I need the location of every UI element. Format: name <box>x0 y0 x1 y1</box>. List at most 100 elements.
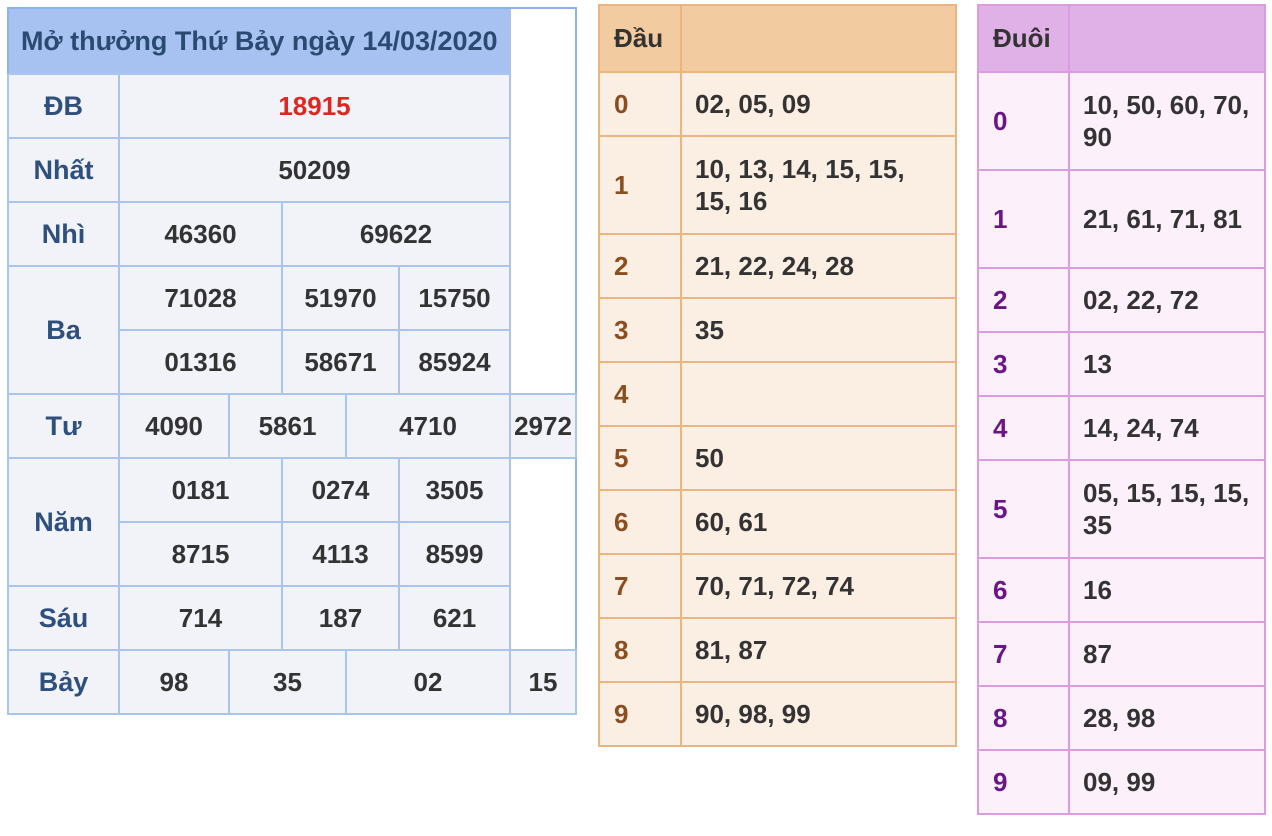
prize-value-nhat: 50209 <box>117 137 512 203</box>
duoi-key: 5 <box>977 459 1070 559</box>
prize-row-nhat: Nhất 50209 <box>7 137 576 203</box>
dau-row: 6 60, 61 <box>598 489 957 555</box>
prize-value-tu: 5861 <box>228 393 347 459</box>
prize-value-nam: 3505 <box>397 457 512 523</box>
prize-value-bay: 98 <box>118 649 230 715</box>
dau-key: 2 <box>598 233 682 299</box>
prize-value-nam: 4113 <box>281 521 400 587</box>
duoi-values: 10, 50, 60, 70, 90 <box>1068 71 1266 171</box>
prize-row-ba: Ba 71028 51970 15750 <box>7 265 576 395</box>
dau-row: 8 81, 87 <box>598 617 957 683</box>
duoi-row: 7 87 <box>977 621 1266 687</box>
duoi-row: 3 13 <box>977 331 1266 397</box>
prize-value-bay: 02 <box>344 649 512 715</box>
duoi-key: 9 <box>977 749 1070 815</box>
prize-value-sau: 187 <box>281 585 400 651</box>
prize-label-ba: Ba <box>7 265 120 395</box>
prize-value-ba: 71028 <box>118 265 283 331</box>
dau-values: 50 <box>680 425 957 491</box>
dau-row: 9 90, 98, 99 <box>598 681 957 747</box>
duoi-key: 3 <box>977 331 1070 397</box>
dau-values: 90, 98, 99 <box>680 681 957 747</box>
duoi-values: 09, 99 <box>1068 749 1266 815</box>
prize-value-nam: 0181 <box>118 457 283 523</box>
dau-key: 6 <box>598 489 682 555</box>
prize-label-bay: Bảy <box>7 649 120 715</box>
duoi-row: 6 16 <box>977 557 1266 623</box>
duoi-key: 6 <box>977 557 1070 623</box>
results-table: Mở thưởng Thứ Bảy ngày 14/03/2020 ĐB 189… <box>7 7 577 715</box>
dau-values: 60, 61 <box>680 489 957 555</box>
dau-row: 4 <box>598 361 957 427</box>
prize-label-nam: Năm <box>7 457 120 587</box>
duoi-row: 2 02, 22, 72 <box>977 267 1266 333</box>
duoi-row: 0 10, 50, 60, 70, 90 <box>977 71 1266 171</box>
dau-values: 21, 22, 24, 28 <box>680 233 957 299</box>
duoi-key: 0 <box>977 71 1070 171</box>
prize-value-nam: 0274 <box>281 457 400 523</box>
duoi-values: 21, 61, 71, 81 <box>1068 169 1266 269</box>
dau-key: 8 <box>598 617 682 683</box>
duoi-key: 1 <box>977 169 1070 269</box>
dau-values: 81, 87 <box>680 617 957 683</box>
prize-value-ba: 01316 <box>118 329 283 395</box>
duoi-key: 7 <box>977 621 1070 687</box>
dau-values: 70, 71, 72, 74 <box>680 553 957 619</box>
dau-values: 10, 13, 14, 15, 15, 15, 16 <box>680 135 957 235</box>
dau-values: 35 <box>680 297 957 363</box>
dau-key: 4 <box>598 361 682 427</box>
duoi-values: 28, 98 <box>1068 685 1266 751</box>
dau-values: 02, 05, 09 <box>680 71 957 137</box>
prize-value-ba: 51970 <box>281 265 400 331</box>
prize-value-bay: 35 <box>228 649 347 715</box>
dau-row: 2 21, 22, 24, 28 <box>598 233 957 299</box>
prize-value-tu: 2972 <box>509 393 577 459</box>
dau-key: 1 <box>598 135 682 235</box>
prize-row-sau: Sáu 714 187 621 <box>7 585 576 651</box>
prize-row-bay: Bảy 98 35 02 15 <box>7 649 577 715</box>
prize-value-bay: 15 <box>509 649 577 715</box>
prize-value-nam: 8599 <box>397 521 512 587</box>
prize-row-db: ĐB 18915 <box>7 73 576 139</box>
prize-value-nam: 8715 <box>118 521 283 587</box>
prize-value-tu: 4710 <box>344 393 512 459</box>
dau-table: Đầu 0 02, 05, 09 1 10, 13, 14, 15, 15, 15,… <box>598 4 957 747</box>
dau-key: 5 <box>598 425 682 491</box>
duoi-header: Đuôi <box>977 4 1070 73</box>
prize-label-sau: Sáu <box>7 585 120 651</box>
duoi-table: Đuôi 0 10, 50, 60, 70, 90 1 21, 61, 71, 81… <box>977 4 1266 815</box>
duoi-row: 1 21, 61, 71, 81 <box>977 169 1266 269</box>
prize-value-tu: 4090 <box>118 393 230 459</box>
duoi-values: 05, 15, 15, 15, 35 <box>1068 459 1266 559</box>
prize-row-tu: Tư 4090 5861 4710 2972 <box>7 393 577 459</box>
dau-row: 7 70, 71, 72, 74 <box>598 553 957 619</box>
dau-row: 1 10, 13, 14, 15, 15, 15, 16 <box>598 135 957 235</box>
duoi-values: 14, 24, 74 <box>1068 395 1266 461</box>
prize-label-tu: Tư <box>7 393 120 459</box>
dau-row: 5 50 <box>598 425 957 491</box>
prize-value-ba: 58671 <box>281 329 400 395</box>
duoi-values: 13 <box>1068 331 1266 397</box>
duoi-row: 8 28, 98 <box>977 685 1266 751</box>
dau-header-empty <box>680 4 957 73</box>
prize-label-nhat: Nhất <box>7 137 120 203</box>
prize-row-nhi: Nhì 46360 69622 <box>7 201 576 267</box>
dau-row: 3 35 <box>598 297 957 363</box>
dau-key: 9 <box>598 681 682 747</box>
prize-label-nhi: Nhì <box>7 201 120 267</box>
dau-header: Đầu <box>598 4 682 73</box>
results-title: Mở thưởng Thứ Bảy ngày 14/03/2020 <box>7 7 511 75</box>
dau-row: 0 02, 05, 09 <box>598 71 957 137</box>
duoi-values: 16 <box>1068 557 1266 623</box>
duoi-row: 5 05, 15, 15, 15, 35 <box>977 459 1266 559</box>
dau-values <box>680 361 957 427</box>
special-prize-value: 18915 <box>117 73 512 139</box>
duoi-row: 9 09, 99 <box>977 749 1266 815</box>
prize-value-sau: 714 <box>118 585 283 651</box>
prize-value-ba: 15750 <box>397 265 512 331</box>
duoi-key: 8 <box>977 685 1070 751</box>
prize-label-db: ĐB <box>7 73 120 139</box>
duoi-values: 87 <box>1068 621 1266 687</box>
duoi-values: 02, 22, 72 <box>1068 267 1266 333</box>
prize-value-sau: 621 <box>397 585 512 651</box>
